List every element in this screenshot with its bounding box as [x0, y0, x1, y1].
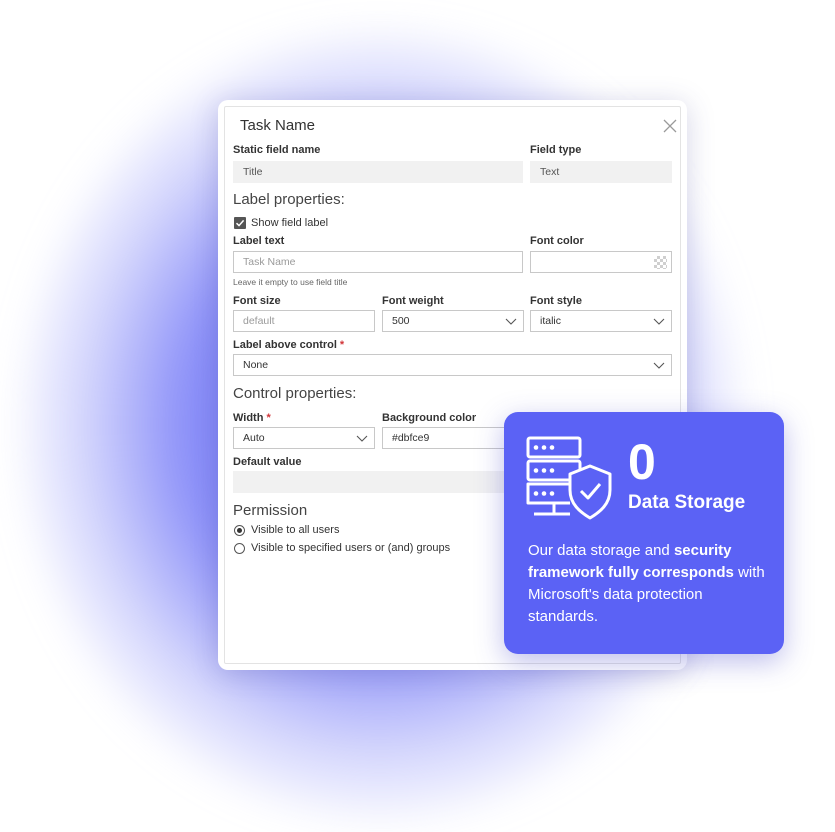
permission-option-all: Visible to all users — [251, 524, 340, 536]
font-weight-label: Font weight — [382, 295, 444, 307]
label-above-control-value: None — [243, 359, 269, 371]
width-value: Auto — [243, 432, 265, 444]
required-mark: * — [339, 339, 345, 351]
permission-radio-all[interactable] — [234, 525, 245, 536]
field-type-label: Field type — [530, 144, 582, 156]
static-field-name-label: Static field name — [233, 144, 321, 156]
font-color-label: Font color — [530, 235, 584, 247]
label-properties-heading: Label properties: — [233, 191, 345, 208]
chevron-down-icon — [356, 435, 368, 442]
background-color-label: Background color — [382, 412, 477, 424]
font-style-select[interactable]: italic — [530, 310, 672, 332]
dialog-title: Task Name — [240, 117, 316, 134]
font-weight-select[interactable]: 500 — [382, 310, 524, 332]
font-size-input[interactable]: default — [233, 310, 375, 332]
label-text-input[interactable]: Task Name — [233, 251, 523, 273]
server-shield-icon — [526, 436, 612, 520]
static-field-name-input: Title — [233, 161, 523, 183]
font-color-picker[interactable] — [530, 251, 672, 273]
control-properties-heading: Control properties: — [233, 385, 357, 402]
background-color-input[interactable]: #dbfce9 — [382, 427, 524, 449]
show-field-label-text: Show field label — [251, 217, 329, 229]
font-size-label: Font size — [233, 295, 281, 307]
permission-heading: Permission — [233, 502, 308, 519]
storage-count: 0 — [628, 434, 656, 490]
font-style-value: italic — [540, 315, 562, 327]
width-label: Width * — [233, 412, 271, 424]
data-storage-card: 0 Data Storage Our data storage and secu… — [504, 412, 784, 654]
width-label-text: Width — [233, 412, 264, 424]
chevron-down-icon — [653, 318, 665, 325]
font-weight-value: 500 — [392, 315, 410, 327]
show-field-label-checkbox[interactable] — [234, 217, 246, 229]
card-title: Data Storage — [628, 492, 746, 513]
permission-option-specified: Visible to specified users or (and) grou… — [251, 542, 451, 554]
label-above-control-label: Label above control * — [233, 339, 344, 351]
close-icon[interactable] — [662, 118, 678, 134]
font-style-label: Font style — [530, 295, 582, 307]
field-type-input: Text — [530, 161, 672, 183]
checkmark-icon — [235, 219, 245, 227]
label-text-hint: Leave it empty to use field title — [233, 277, 348, 287]
width-select[interactable]: Auto — [233, 427, 375, 449]
card-description: Our data storage and security framework … — [528, 540, 768, 628]
label-above-control-text: Label above control — [233, 339, 337, 351]
permission-radio-specified[interactable] — [234, 543, 245, 554]
required-mark: * — [266, 412, 271, 424]
color-swatch-icon — [654, 256, 667, 269]
card-desc-part1: Our data storage and — [528, 542, 674, 559]
label-text-label: Label text — [233, 235, 285, 247]
chevron-down-icon — [653, 362, 665, 369]
label-above-control-select[interactable]: None — [233, 354, 672, 376]
default-value-label: Default value — [233, 456, 302, 468]
chevron-down-icon — [505, 318, 517, 325]
